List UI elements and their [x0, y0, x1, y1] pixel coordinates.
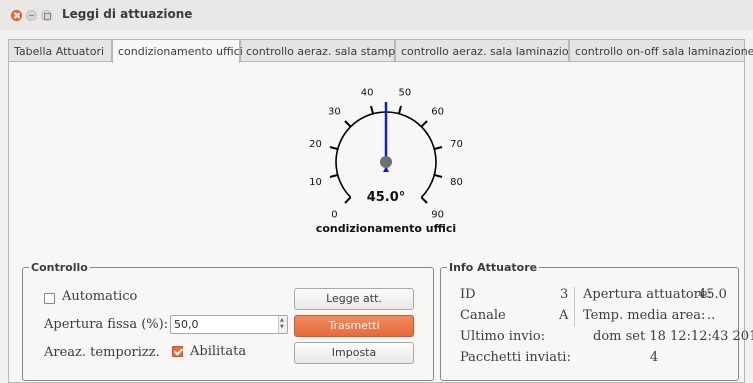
dial-value-text: 45.0°	[367, 190, 406, 205]
spin-down-icon[interactable]: ▼	[280, 325, 284, 330]
dial-hub	[380, 156, 392, 168]
dial-tick-label: 0	[331, 210, 337, 221]
dial-tick-label: 20	[309, 139, 322, 150]
spin-up-icon[interactable]: ▲	[280, 318, 284, 323]
minimize-icon[interactable]	[26, 10, 37, 21]
dial-caption: condizionamento uffici	[316, 222, 456, 235]
dial-tick	[434, 173, 443, 178]
tab-tabella-attuatori[interactable]: Tabella Attuatori	[8, 39, 112, 62]
info-separator	[574, 287, 575, 327]
controllo-group-title: Controllo	[31, 261, 88, 274]
dial-tick	[344, 196, 352, 204]
info-temp-media-value: ..	[707, 308, 716, 323]
tab-content-panel: 0 10 20 30 40 50 60 70 80 90 45.0° condizionament…	[8, 61, 753, 383]
tab-label: condizionamento uffici	[118, 45, 243, 58]
legge-att-button[interactable]: Legge att.	[294, 288, 414, 310]
areaz-temporizz-label: Areaz. temporizz.	[44, 345, 160, 360]
dial-tick	[344, 120, 352, 128]
tab-label: Tabella Attuatori	[14, 45, 105, 58]
tab-controllo-aeraz-sala-stampa[interactable]: controllo aeraz. sala stampa	[240, 39, 402, 62]
info-temp-media-label: Temp. media area:	[583, 308, 706, 323]
info-canale-value: A	[559, 308, 569, 323]
dial-tick	[370, 105, 375, 114]
tab-controllo-on-off-sala-laminazione[interactable]: controllo on-off sala laminazione	[569, 39, 753, 62]
info-attuatore-title: Info Attuatore	[449, 261, 538, 274]
apertura-fissa-spinbox[interactable]: 50,0 ▲ ▼	[170, 315, 288, 334]
apertura-fissa-value: 50,0	[174, 318, 199, 331]
automatico-checkbox[interactable]	[44, 293, 55, 304]
tab-label: controllo on-off sala laminazione	[575, 45, 753, 58]
info-apertura-attuatore-label: Apertura attuatore:	[583, 287, 712, 302]
dial-tick-label: 40	[361, 87, 374, 98]
tab-condizionamento-uffici[interactable]: condizionamento uffici	[112, 39, 243, 63]
dial-tick	[329, 173, 338, 178]
automatico-label: Automatico	[62, 289, 138, 304]
dial-tick-label: 90	[431, 210, 444, 221]
info-pacchetti-label: Pacchetti inviati:	[460, 350, 571, 365]
info-id-label: ID	[460, 287, 476, 302]
tab-controllo-aeraz-sala-laminazione[interactable]: controllo aeraz. sala laminazione	[395, 39, 582, 62]
window-titlebar: Leggi di attuazione	[0, 0, 753, 30]
info-data-invio-value: dom set 18 12:12:43 2016	[593, 329, 753, 344]
dial-tick-label: 60	[431, 106, 444, 117]
dial-tick-label: 80	[450, 177, 463, 188]
dial-tick-label: 10	[309, 177, 322, 188]
dial-tick	[434, 146, 443, 151]
tab-label: controllo aeraz. sala laminazione	[401, 45, 583, 58]
dial-tick-label: 70	[450, 139, 463, 150]
trasmetti-button[interactable]: Trasmetti	[294, 315, 414, 337]
dial-tick	[420, 120, 428, 128]
info-apertura-attuatore-value: 45.0	[698, 287, 727, 302]
dial-tick-label: 50	[399, 87, 412, 98]
apertura-fissa-label: Apertura fissa (%):	[44, 317, 169, 332]
dial-tick	[420, 196, 428, 204]
dial-tick	[397, 105, 402, 114]
dial-gauge: 0 10 20 30 40 50 60 70 80 90 45.0° condizionament…	[309, 87, 463, 235]
spin-arrows[interactable]: ▲ ▼	[278, 316, 287, 333]
maximize-icon[interactable]	[41, 10, 52, 21]
tab-label: controllo aeraz. sala stampa	[246, 45, 402, 58]
abilitata-checkbox[interactable]	[172, 346, 183, 357]
info-pacchetti-value: 4	[650, 350, 659, 365]
close-icon[interactable]	[11, 10, 22, 21]
imposta-button[interactable]: Imposta	[294, 342, 414, 364]
abilitata-label: Abilitata	[190, 344, 247, 359]
window-title: Leggi di attuazione	[62, 7, 193, 21]
info-ultimo-invio-label: Ultimo invio:	[460, 329, 546, 344]
info-canale-label: Canale	[460, 308, 506, 323]
dial-tick-label: 30	[328, 106, 341, 117]
info-id-value: 3	[560, 287, 569, 302]
dial-tick	[329, 146, 338, 151]
